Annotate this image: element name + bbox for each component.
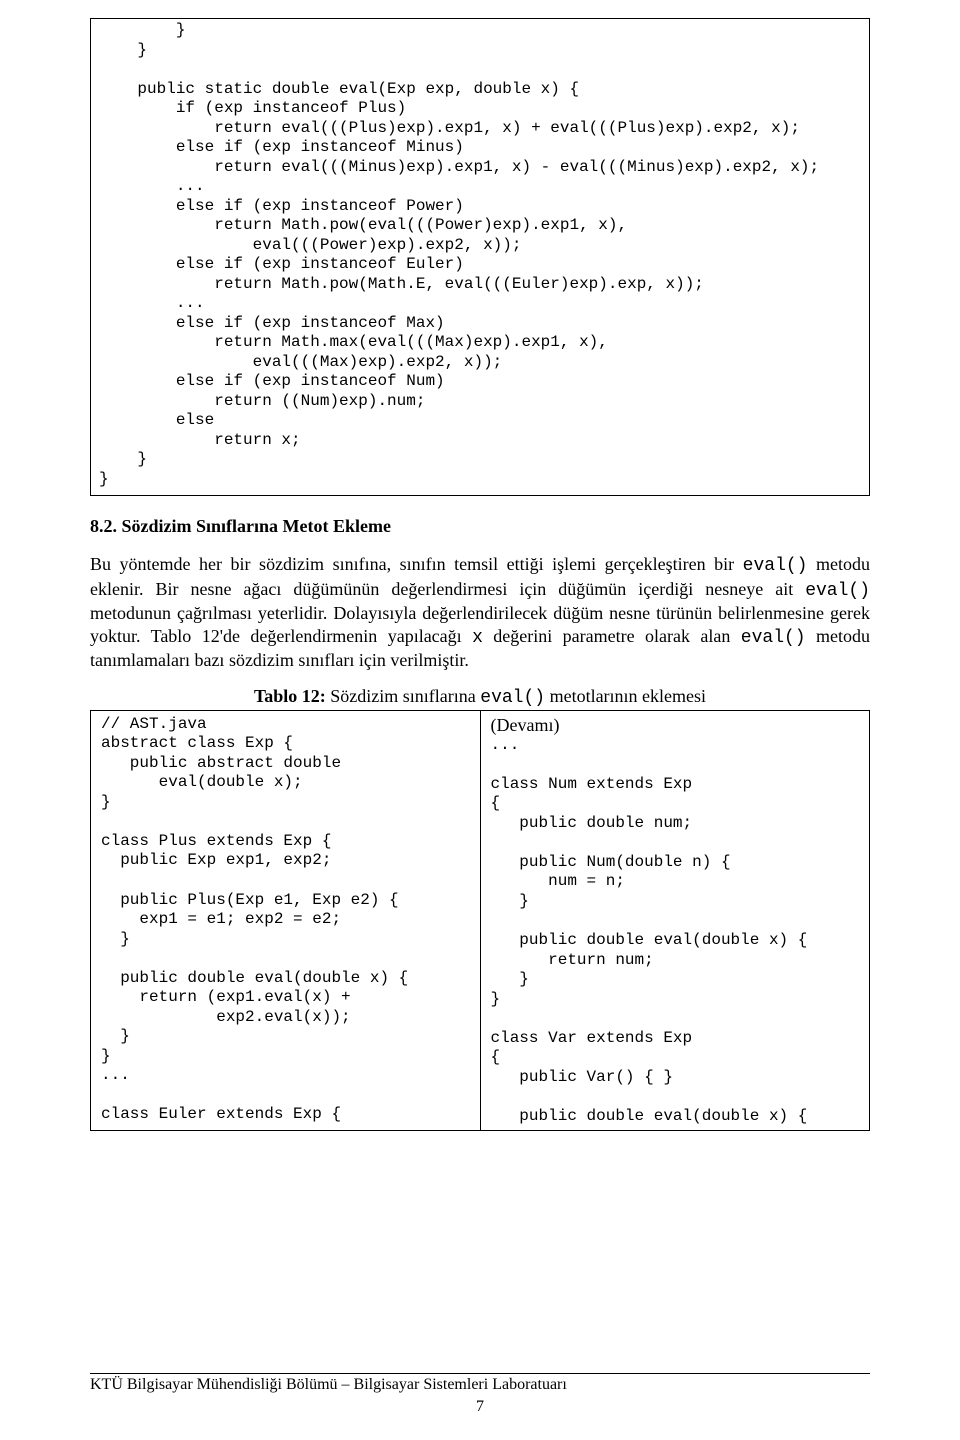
page: } } public static double eval(Exp exp, d… xyxy=(0,0,960,1440)
body-paragraph: Bu yöntemde her bir sözdizim sınıfına, s… xyxy=(90,553,870,672)
page-number: 7 xyxy=(0,1398,960,1416)
page-footer: KTÜ Bilgisayar Mühendisliği Bölümü – Bil… xyxy=(90,1373,870,1394)
table-cell-right: (Devamı) ... class Num extends Exp { pub… xyxy=(480,710,870,1130)
section-heading: 8.2. Sözdizim Sınıflarına Metot Ekleme xyxy=(90,516,870,537)
table-caption-mono: eval() xyxy=(480,688,545,708)
table-left-code: // AST.java abstract class Exp { public … xyxy=(101,715,470,1125)
table-right-code: ... class Num extends Exp { public doubl… xyxy=(491,736,860,1126)
table-caption: Tablo 12: Sözdizim sınıflarına eval() me… xyxy=(90,686,870,708)
code-inline-eval: eval() xyxy=(805,581,870,601)
table-right-header: (Devamı) xyxy=(491,715,860,736)
code-table: // AST.java abstract class Exp { public … xyxy=(90,710,870,1131)
table-cell-left: // AST.java abstract class Exp { public … xyxy=(91,710,481,1130)
section-number: 8.2. xyxy=(90,516,117,536)
code-inline-eval: eval() xyxy=(741,628,806,648)
paragraph-text: değerini parametre olarak alan xyxy=(483,626,741,646)
code-inline-eval: eval() xyxy=(743,556,808,576)
code-block-eval: } } public static double eval(Exp exp, d… xyxy=(90,18,870,496)
table-caption-label: Tablo 12: xyxy=(254,686,326,706)
code-inline-x: x xyxy=(472,628,483,648)
table-caption-post: metotlarının eklemesi xyxy=(545,686,706,706)
paragraph-text: Bu yöntemde her bir sözdizim sınıfına, s… xyxy=(90,554,743,574)
section-title: Sözdizim Sınıflarına Metot Ekleme xyxy=(122,516,391,536)
table-caption-pre: Sözdizim sınıflarına xyxy=(326,686,480,706)
